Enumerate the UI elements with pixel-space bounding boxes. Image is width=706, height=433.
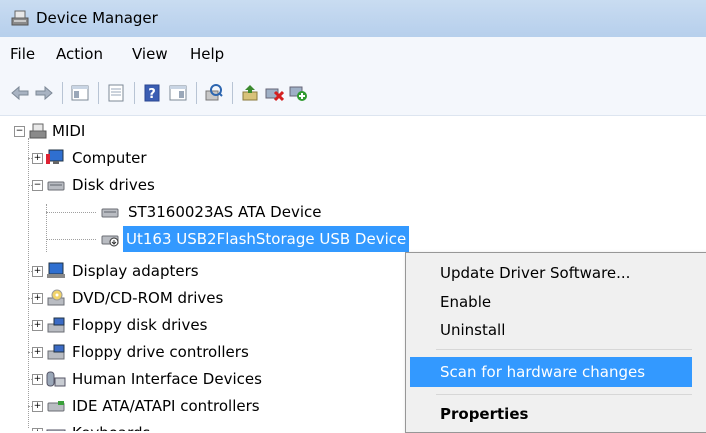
tree-item-display-adapters[interactable]: + Display adapters	[0, 258, 320, 284]
tree-item-label: Computer	[72, 149, 147, 167]
expand-icon[interactable]: +	[32, 374, 43, 385]
expand-icon[interactable]: +	[32, 293, 43, 304]
toolbar: ?	[0, 71, 706, 116]
tree-item-disk-drives[interactable]: − Disk drives	[0, 172, 300, 198]
context-properties[interactable]: Properties	[440, 405, 528, 423]
tree-item-label-selected: Ut163 USB2FlashStorage USB Device	[123, 226, 410, 252]
ide-controller-icon	[47, 401, 65, 412]
tree-item-label: ST3160023AS ATA Device	[128, 203, 322, 221]
show-hide-tree-icon[interactable]	[70, 83, 90, 103]
menu-file[interactable]: File	[10, 45, 35, 63]
hid-icon	[46, 371, 66, 387]
title-bar: Device Manager	[0, 0, 706, 37]
display-adapter-icon	[47, 262, 65, 278]
disk-drive-icon	[101, 208, 119, 218]
monitor-icon	[46, 149, 64, 164]
tree-item-floppy-drive-controllers[interactable]: + Floppy drive controllers	[0, 339, 320, 365]
floppy-drive-icon	[47, 317, 65, 333]
expand-icon[interactable]: +	[32, 266, 43, 277]
floppy-controller-icon	[47, 344, 65, 360]
context-enable[interactable]: Enable	[440, 293, 491, 311]
toolbar-separator	[196, 82, 197, 104]
uninstall-icon[interactable]	[264, 83, 284, 103]
context-update-driver[interactable]: Update Driver Software...	[440, 264, 630, 282]
back-arrow-icon[interactable]	[10, 83, 30, 103]
menu-action[interactable]: Action	[56, 45, 103, 63]
usb-disk-icon	[101, 235, 119, 247]
tree-item-label: IDE ATA/ATAPI controllers	[72, 397, 260, 415]
tree-root-label: MIDI	[52, 122, 86, 140]
scan-hardware-icon[interactable]	[204, 83, 224, 103]
tree-connector	[46, 239, 96, 240]
menu-help[interactable]: Help	[190, 45, 224, 63]
tree-item-ut163-usb[interactable]: Ut163 USB2FlashStorage USB Device	[0, 226, 430, 252]
computer-name-icon	[29, 123, 47, 139]
collapse-icon[interactable]: −	[32, 180, 43, 191]
keyboard-icon	[46, 429, 66, 431]
menu-bar: File Action View Help	[0, 37, 706, 71]
collapse-icon[interactable]: −	[14, 126, 25, 137]
context-scan-hardware[interactable]: Scan for hardware changes	[440, 363, 645, 381]
forward-arrow-icon[interactable]	[34, 83, 54, 103]
enable-device-icon[interactable]	[288, 83, 308, 103]
menu-separator	[436, 394, 692, 395]
update-driver-icon[interactable]	[240, 83, 260, 103]
window-title: Device Manager	[36, 9, 158, 27]
tree-item-ide-ata-atapi[interactable]: + IDE ATA/ATAPI controllers	[0, 393, 320, 419]
dvd-drive-icon	[47, 289, 65, 306]
expand-icon[interactable]: +	[32, 320, 43, 331]
expand-icon[interactable]: +	[32, 347, 43, 358]
tree-item-label: Human Interface Devices	[72, 370, 262, 388]
toolbar-separator	[62, 82, 63, 104]
expand-icon[interactable]: +	[32, 401, 43, 412]
menu-separator	[436, 349, 692, 350]
context-uninstall[interactable]: Uninstall	[440, 321, 505, 339]
view-icon[interactable]	[168, 83, 188, 103]
help-icon[interactable]: ?	[142, 83, 162, 103]
svg-text:?: ?	[148, 87, 156, 102]
context-menu: Update Driver Software... Enable Uninsta…	[405, 252, 706, 433]
tree-connector	[46, 212, 96, 213]
tree-item-label: Disk drives	[72, 176, 155, 194]
toolbar-separator	[232, 82, 233, 104]
tree-item-st3160023as[interactable]: ST3160023AS ATA Device	[0, 199, 330, 225]
menu-view[interactable]: View	[132, 45, 168, 63]
tree-item-human-interface-devices[interactable]: + Human Interface Devices	[0, 366, 320, 392]
tree-item-computer[interactable]: + Computer	[0, 145, 300, 171]
toolbar-separator	[98, 82, 99, 104]
tree-item-label: Floppy drive controllers	[72, 343, 249, 361]
toolbar-separator	[134, 82, 135, 104]
properties-icon[interactable]	[106, 83, 126, 103]
tree-item-dvd-cd-rom[interactable]: + DVD/CD-ROM drives	[0, 285, 320, 311]
tree-item-keyboards[interactable]: + Keyboards	[0, 420, 320, 431]
tree-item-label: DVD/CD-ROM drives	[72, 289, 224, 307]
expand-icon[interactable]: +	[32, 153, 43, 164]
disk-drive-icon	[47, 181, 65, 191]
tree-root[interactable]: − MIDI	[0, 118, 300, 144]
tree-item-label: Floppy disk drives	[72, 316, 208, 334]
device-manager-icon	[11, 10, 29, 26]
tree-item-floppy-disk-drives[interactable]: + Floppy disk drives	[0, 312, 320, 338]
tree-item-label: Keyboards	[72, 420, 150, 431]
tree-item-label: Display adapters	[72, 262, 199, 280]
